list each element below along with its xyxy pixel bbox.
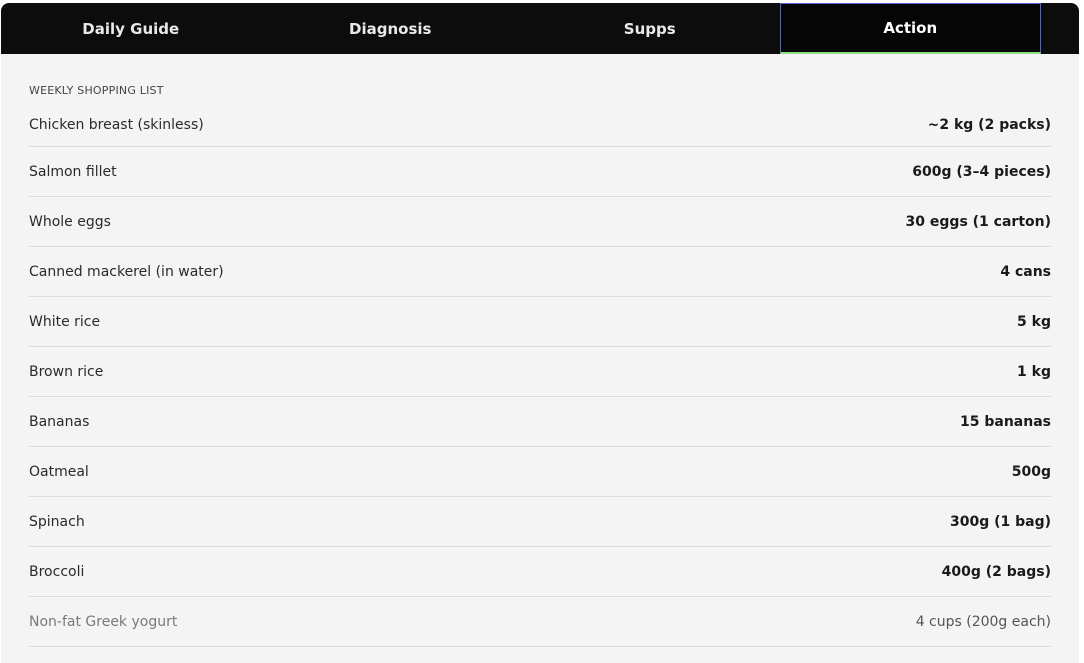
- list-item: Whole eggs 30 eggs (1 carton): [29, 197, 1051, 247]
- item-name: Bananas: [29, 413, 90, 430]
- item-quantity: 15 bananas: [960, 413, 1051, 430]
- item-name: Brown rice: [29, 363, 104, 380]
- list-item: Broccoli 400g (2 bags): [29, 547, 1051, 597]
- tab-supps[interactable]: Supps: [520, 3, 780, 54]
- item-name: Oatmeal: [29, 463, 89, 480]
- list-item: Bananas 15 bananas: [29, 397, 1051, 447]
- item-quantity: ~2 kg (2 packs): [927, 117, 1051, 133]
- item-quantity: 30 eggs (1 carton): [905, 213, 1051, 230]
- section-label: WEEKLY SHOPPING LIST: [29, 84, 164, 97]
- item-quantity: 500g: [1011, 463, 1051, 480]
- list-item: Non-fat Greek yogurt 4 cups (200g each): [29, 597, 1051, 647]
- list-item: White rice 5 kg: [29, 297, 1051, 347]
- item-quantity: 300g (1 bag): [949, 513, 1051, 530]
- item-name: Whole eggs: [29, 213, 111, 230]
- item-name: Spinach: [29, 513, 85, 530]
- item-name: Non-fat Greek yogurt: [29, 613, 178, 630]
- list-item: Brown rice 1 kg: [29, 347, 1051, 397]
- item-name: Chicken breast (skinless): [29, 117, 204, 133]
- tab-bar: Daily Guide Diagnosis Supps Action: [1, 3, 1079, 54]
- item-quantity: 600g (3–4 pieces): [912, 163, 1051, 180]
- shopping-list-panel: WEEKLY SHOPPING LIST Chicken breast (ski…: [1, 54, 1079, 647]
- item-name: Canned mackerel (in water): [29, 263, 224, 280]
- list-item: Spinach 300g (1 bag): [29, 497, 1051, 547]
- item-quantity: 4 cups (200g each): [915, 613, 1051, 630]
- item-quantity: 5 kg: [1017, 313, 1051, 330]
- shopping-list: Chicken breast (skinless) ~2 kg (2 packs…: [29, 104, 1051, 647]
- item-name: Salmon fillet: [29, 163, 117, 180]
- tab-diagnosis[interactable]: Diagnosis: [261, 3, 521, 54]
- list-item: Chicken breast (skinless) ~2 kg (2 packs…: [29, 104, 1051, 147]
- list-item: Canned mackerel (in water) 4 cans: [29, 247, 1051, 297]
- item-quantity: 400g (2 bags): [941, 563, 1051, 580]
- tab-action[interactable]: Action: [779, 3, 1041, 54]
- item-name: White rice: [29, 313, 101, 330]
- app-window: Daily Guide Diagnosis Supps Action WEEKL…: [1, 3, 1079, 663]
- list-item: Oatmeal 500g: [29, 447, 1051, 497]
- list-item: Salmon fillet 600g (3–4 pieces): [29, 147, 1051, 197]
- item-name: Broccoli: [29, 563, 85, 580]
- item-quantity: 4 cans: [1000, 263, 1051, 280]
- item-quantity: 1 kg: [1017, 363, 1051, 380]
- tab-daily-guide[interactable]: Daily Guide: [1, 3, 261, 54]
